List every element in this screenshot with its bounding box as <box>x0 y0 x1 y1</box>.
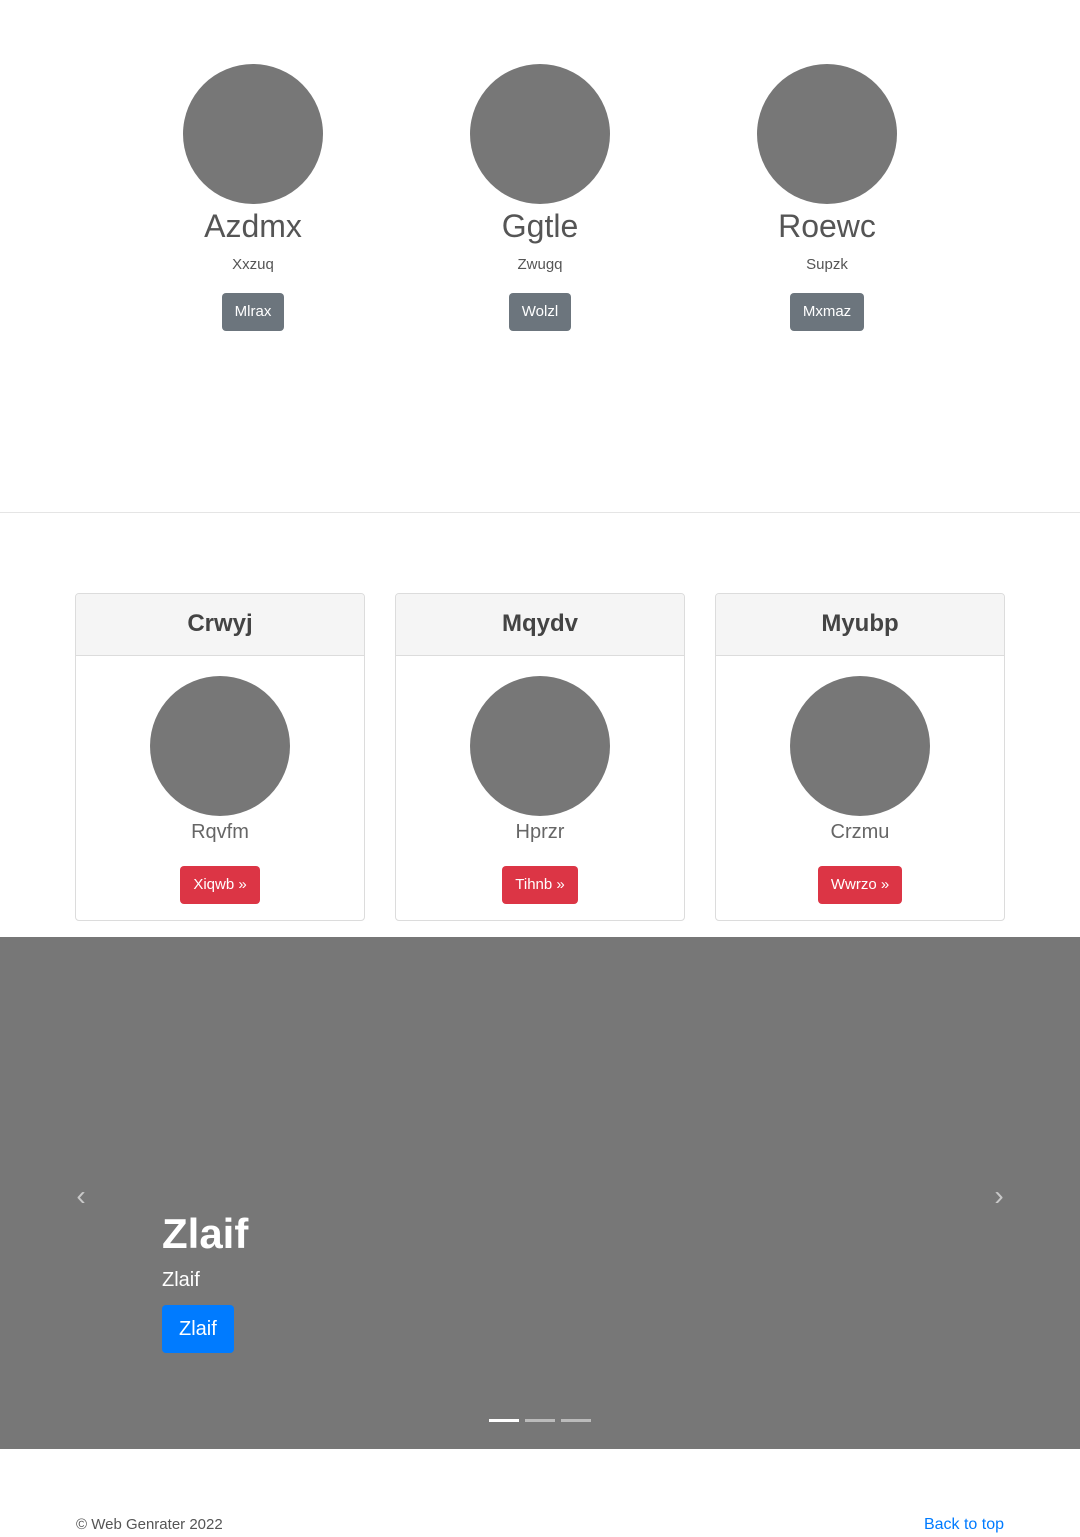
section-divider <box>0 512 1080 513</box>
avatar-placeholder <box>470 676 610 816</box>
card-body: Rqvfm Xiqwb » <box>76 656 364 904</box>
card-button[interactable]: Tihnb » <box>502 866 578 904</box>
avatar-placeholder <box>757 64 897 204</box>
profile-name: Roewc <box>778 208 876 244</box>
footer-copyright: © Web Genrater 2022 <box>76 1516 223 1533</box>
avatar-placeholder <box>470 64 610 204</box>
carousel-indicators <box>489 1419 591 1422</box>
profile-subtitle: Supzk <box>806 256 848 273</box>
carousel: ‹ › Zlaif Zlaif Zlaif <box>0 937 1080 1449</box>
profile-column: Roewc Supzk Mxmaz <box>707 64 947 331</box>
profile-button[interactable]: Mlrax <box>221 293 285 331</box>
avatar-placeholder <box>150 676 290 816</box>
carousel-indicator[interactable] <box>561 1419 591 1422</box>
chevron-right-icon[interactable]: › <box>984 1182 1014 1210</box>
carousel-button[interactable]: Zlaif <box>162 1305 234 1353</box>
card-title: Crwyj <box>76 594 364 656</box>
card-body: Hprzr Tihnb » <box>396 656 684 904</box>
profiles-section: Azdmx Xxzuq Mlrax Ggtle Zwugq Wolzl Roew… <box>0 0 1080 512</box>
profile-column: Azdmx Xxzuq Mlrax <box>133 64 373 331</box>
profile-column: Ggtle Zwugq Wolzl <box>420 64 660 331</box>
card-button[interactable]: Wwrzo » <box>817 866 903 904</box>
carousel-heading: Zlaif <box>162 1210 249 1257</box>
chevron-left-icon[interactable]: ‹ <box>66 1182 96 1210</box>
card: Mqydv Hprzr Tihnb » <box>395 593 685 921</box>
carousel-caption: Zlaif Zlaif Zlaif <box>162 1207 248 1353</box>
profile-button[interactable]: Mxmaz <box>789 293 865 331</box>
card-name: Rqvfm <box>191 821 249 843</box>
card-title: Mqydv <box>396 594 684 656</box>
profile-subtitle: Zwugq <box>517 256 563 273</box>
card-name: Crzmu <box>830 821 890 843</box>
carousel-indicator[interactable] <box>489 1419 519 1422</box>
card-title: Myubp <box>716 594 1004 656</box>
profile-subtitle: Xxzuq <box>232 256 274 273</box>
card-name: Hprzr <box>515 821 565 843</box>
card-body: Crzmu Wwrzo » <box>716 656 1004 904</box>
back-to-top-link[interactable]: Back to top <box>924 1515 1004 1535</box>
profile-name: Ggtle <box>501 208 579 244</box>
avatar-placeholder <box>790 676 930 816</box>
card: Crwyj Rqvfm Xiqwb » <box>75 593 365 921</box>
carousel-indicator[interactable] <box>525 1419 555 1422</box>
avatar-placeholder <box>183 64 323 204</box>
profile-name: Azdmx <box>204 208 302 244</box>
card: Myubp Crzmu Wwrzo » <box>715 593 1005 921</box>
card-button[interactable]: Xiqwb » <box>180 866 260 904</box>
profile-button[interactable]: Wolzl <box>508 293 572 331</box>
carousel-text: Zlaif <box>162 1269 200 1291</box>
